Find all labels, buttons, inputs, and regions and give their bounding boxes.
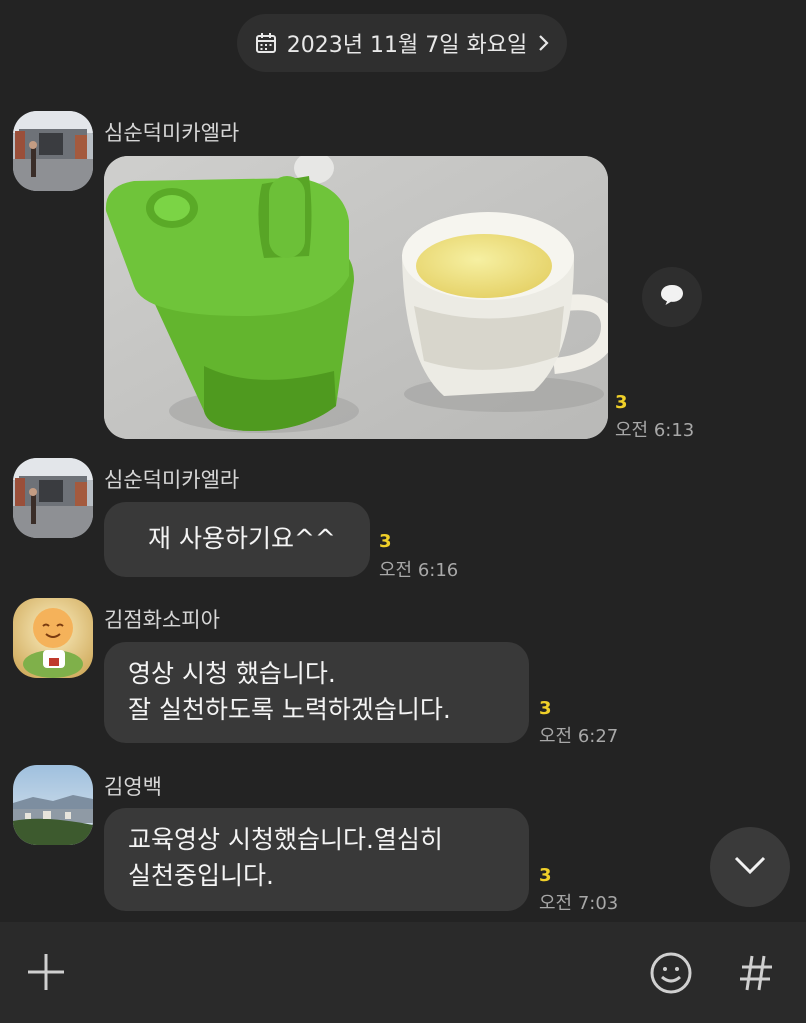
chevron-down-icon	[733, 855, 767, 879]
message-time: 오전 6:16	[379, 560, 459, 581]
sender-name: 김영백	[104, 775, 162, 799]
calendar-icon	[254, 31, 278, 55]
unread-count: 3	[379, 531, 392, 552]
plus-icon[interactable]	[24, 950, 68, 994]
speech-bubble-icon	[659, 283, 685, 311]
avatar[interactable]	[13, 458, 93, 538]
hashtag-icon[interactable]	[736, 952, 776, 994]
photo-message[interactable]	[104, 156, 608, 439]
share-button[interactable]	[642, 267, 702, 327]
sender-name: 심순덕미카엘라	[104, 121, 240, 145]
message-time: 오전 6:13	[615, 420, 695, 441]
date-label: 2023년 11월 7일 화요일	[286, 33, 528, 58]
sender-name: 심순덕미카엘라	[104, 468, 240, 492]
input-bar	[0, 922, 806, 1023]
avatar[interactable]	[13, 111, 93, 191]
smiley-icon[interactable]	[648, 950, 694, 996]
message-time: 오전 6:27	[539, 726, 619, 747]
message-bubble[interactable]: 교육영상 시청했습니다.열심히 실천중입니다.	[104, 808, 529, 911]
avatar[interactable]	[13, 765, 93, 845]
unread-count: 3	[539, 865, 552, 886]
unread-count: 3	[539, 698, 552, 719]
message-bubble[interactable]: 영상 시청 했습니다. 잘 실천하도록 노력하겠습니다.	[104, 642, 529, 743]
message-bubble[interactable]: 재 사용하기요^^	[104, 502, 370, 577]
scroll-to-bottom-button[interactable]	[710, 827, 790, 907]
chevron-right-icon	[536, 34, 550, 52]
date-header[interactable]: 2023년 11월 7일 화요일	[237, 14, 567, 72]
unread-count: 3	[615, 392, 628, 413]
avatar[interactable]	[13, 598, 93, 678]
message-time: 오전 7:03	[539, 893, 619, 914]
sender-name: 김점화소피아	[104, 608, 220, 632]
